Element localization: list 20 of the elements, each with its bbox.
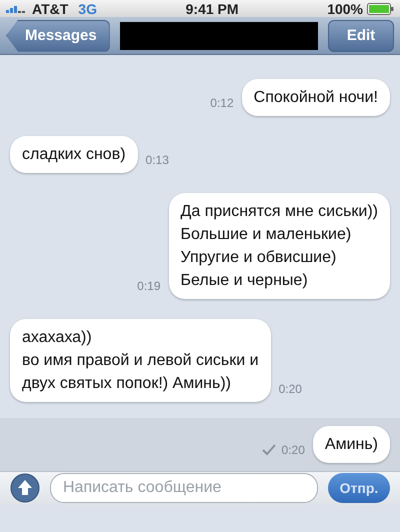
- network-type: 3G: [78, 0, 97, 17]
- timestamp: 0:19: [137, 278, 161, 293]
- send-button[interactable]: Отпр.: [328, 473, 390, 504]
- back-button[interactable]: Messages: [6, 20, 110, 52]
- timestamp: 0:20: [282, 442, 305, 457]
- message-bubble: сладких снов): [10, 136, 138, 173]
- timestamp: 0:13: [146, 152, 169, 167]
- timestamp: 0:20: [278, 382, 302, 396]
- battery-icon: [367, 2, 394, 15]
- timestamp: 0:12: [210, 96, 234, 110]
- message-bubble: ахахаха)) во имя правой и левой сиськи и двух святых попок!) Аминь)): [10, 318, 271, 402]
- message-input[interactable]: Написать сообщение: [50, 473, 318, 504]
- carrier: AT&T: [32, 0, 68, 17]
- message-bubble: Да приснятся мне сиськи)) Большие и маленькие) Упругие и обвисшие) Белые и черные): [168, 192, 390, 299]
- battery-percent: 100%: [327, 0, 363, 17]
- signal-icon: [6, 4, 28, 14]
- edit-button[interactable]: Edit: [328, 20, 394, 52]
- message-bubble: Аминь): [312, 426, 390, 463]
- clock: 9:41 PM: [186, 0, 239, 17]
- message-bubble: Спокойной ночи!: [242, 78, 390, 116]
